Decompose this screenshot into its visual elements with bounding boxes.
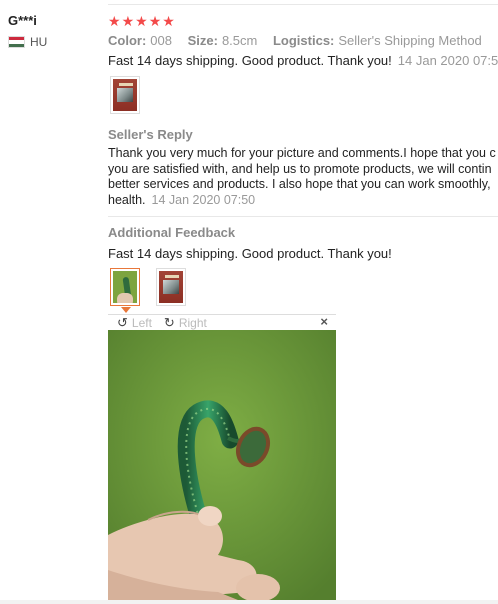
star-icon: ★	[148, 13, 162, 29]
review-body: Fast 14 days shipping. Good product. Tha…	[108, 53, 392, 68]
star-rating: ★ ★ ★ ★ ★	[108, 13, 175, 29]
color-value: 008	[150, 33, 172, 48]
reply-line: better services and products. I also hop…	[108, 177, 491, 191]
reply-line: you are satisfied with, and help us to p…	[108, 161, 492, 176]
reply-line: health.	[108, 192, 146, 207]
additional-feedback-title: Additional Feedback	[108, 225, 236, 240]
top-divider	[108, 4, 498, 5]
selected-thumbnail-pointer	[121, 307, 131, 313]
image-viewer-toolbar: ↺ Left ↻ Right ×	[108, 314, 336, 331]
section-divider	[108, 216, 498, 217]
logistics-label: Logistics:	[272, 33, 335, 48]
close-viewer-button[interactable]: ×	[320, 314, 328, 329]
lure-photo-image	[108, 330, 336, 604]
reply-date: 14 Jan 2020 07:50	[151, 192, 256, 207]
rotate-right-button[interactable]: ↻ Right	[164, 315, 207, 331]
star-icon: ★	[135, 13, 148, 29]
rotate-left-label: Left	[131, 316, 152, 330]
additional-photo-thumbnail-selected[interactable]	[110, 268, 140, 306]
star-icon: ★	[121, 13, 135, 29]
seller-reply-text: Thank you very much for your picture and…	[108, 146, 498, 208]
review-photo-thumbnail[interactable]	[110, 76, 140, 114]
reply-line-last: health. 14 Jan 2020 07:50	[108, 193, 498, 209]
bottom-edge	[0, 600, 498, 604]
rotate-left-button[interactable]: ↺ Left	[117, 315, 152, 331]
star-icon: ★	[108, 13, 121, 29]
size-value: 8.5cm	[221, 33, 258, 48]
seller-reply-title: Seller's Reply	[108, 127, 193, 142]
country-code: HU	[30, 35, 48, 49]
rotate-right-icon: ↻	[163, 315, 175, 330]
review-text: Fast 14 days shipping. Good product. Tha…	[108, 53, 498, 68]
review-meta: Color: 008 Size: 8.5cm Logistics: Seller's …	[108, 33, 494, 48]
logistics-value: Seller's Shipping Method	[338, 33, 482, 48]
reply-line: Thank you very much for your picture and…	[108, 146, 496, 160]
additional-photo-thumbnail[interactable]	[156, 268, 186, 306]
rotate-right-label: Right	[178, 316, 207, 330]
reviewer-country: HU	[8, 35, 47, 49]
color-label: Color:	[108, 33, 147, 48]
hungary-flag-icon	[8, 36, 25, 48]
star-icon: ★	[162, 13, 175, 29]
review-date: 14 Jan 2020 07:50	[397, 53, 498, 68]
reviewer-name: G***i	[8, 13, 37, 28]
size-label: Size:	[187, 33, 218, 48]
enlarged-review-photo	[108, 330, 336, 604]
rotate-left-icon: ↺	[117, 315, 128, 330]
additional-feedback-text: Fast 14 days shipping. Good product. Tha…	[108, 246, 392, 261]
